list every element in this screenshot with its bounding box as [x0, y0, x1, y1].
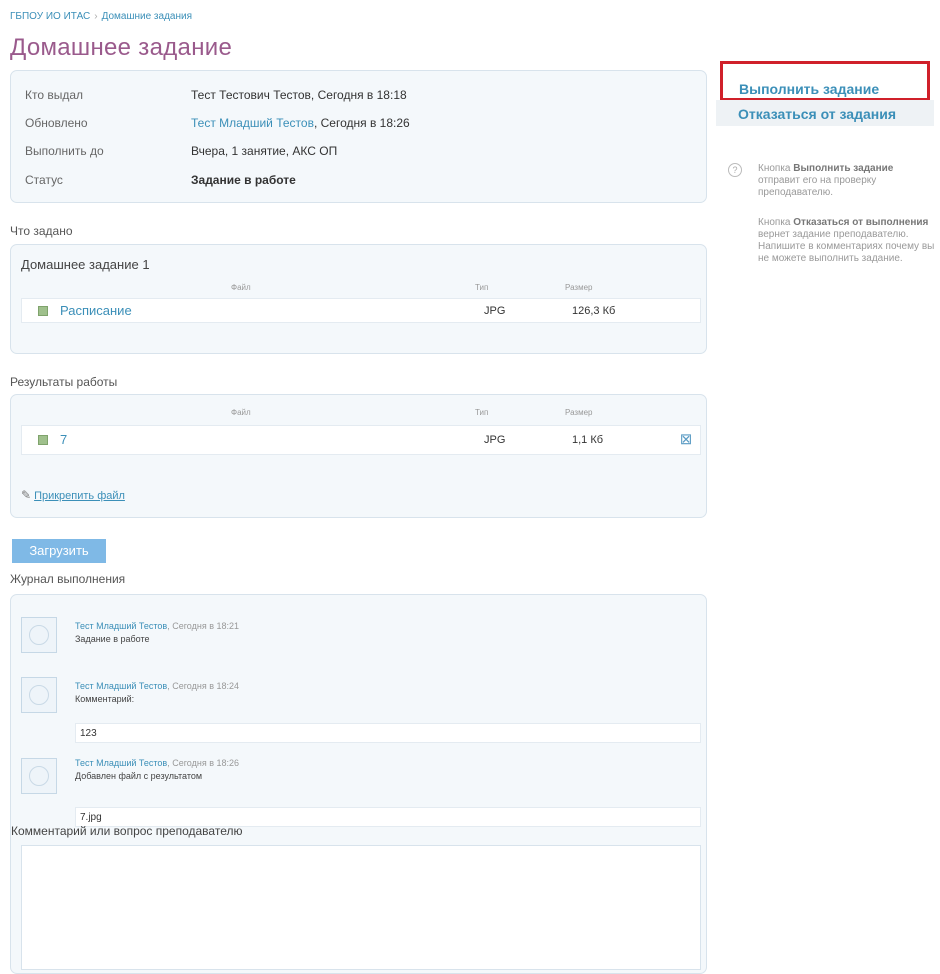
due-label: Выполнить до [25, 144, 104, 158]
log-entry-time: , Сегодня в 18:26 [167, 758, 240, 768]
task-panel: Домашнее задание 1 Файл Тип Размер Распи… [10, 244, 707, 354]
page-title: Домашнее задание [10, 34, 233, 61]
avatar-face-icon [29, 685, 49, 705]
results-panel: Файл Тип Размер 7 JPG 1,1 Кб ⊠ ✎ Прикрепи… [10, 394, 707, 518]
issued-by-value: Тест Тестович Тестов, Сегодня в 18:18 [191, 88, 407, 102]
task-file-type: JPG [484, 305, 506, 317]
task-file-row: Расписание JPG 126,3 Кб [21, 298, 701, 323]
task-file-size: 126,3 Кб [572, 305, 616, 317]
log-entry-author-link[interactable]: Тест Младший Тестов [75, 621, 167, 631]
action-box: Выполнить задание Отказаться от задания [716, 58, 934, 128]
question-label: Комментарий или вопрос преподавателю [11, 824, 243, 838]
updated-label: Обновлено [25, 116, 88, 130]
paperclip-icon: ✎ [21, 488, 32, 502]
breadcrumb: ГБПОУ ИО ИТАС › Домашние задания [10, 11, 192, 22]
issued-by-label: Кто выдал [25, 88, 84, 102]
log-entry-author-link[interactable]: Тест Младший Тестов [75, 758, 167, 768]
image-file-icon [38, 435, 48, 445]
breadcrumb-org-link[interactable]: ГБПОУ ИО ИТАС [10, 11, 90, 22]
avatar [21, 758, 57, 794]
log-entry-head: Тест Младший Тестов, Сегодня в 18:26 [75, 758, 239, 768]
task-col-type: Тип [475, 283, 489, 292]
task-title: Домашнее задание 1 [21, 257, 150, 272]
log-entry-text: Комментарий: [75, 694, 135, 704]
log-entry-time: , Сегодня в 18:21 [167, 621, 240, 631]
status-value: Задание в работе [191, 173, 296, 187]
task-section-label: Что задано [10, 224, 73, 238]
updated-time: , Сегодня в 18:26 [313, 116, 410, 130]
help-text-complete: Кнопка Выполнить задание отправит его на… [758, 163, 894, 198]
complete-task-button[interactable]: Выполнить задание [720, 61, 930, 101]
attach-file-link[interactable]: ✎ Прикрепить файл [21, 488, 125, 502]
results-section-label: Результаты работы [10, 375, 118, 389]
breadcrumb-separator: › [94, 11, 98, 22]
refuse-task-label: Отказаться от задания [738, 106, 896, 122]
log-entry-author-link[interactable]: Тест Младший Тестов [75, 681, 167, 691]
due-value-link[interactable]: Вчера, 1 занятие, АКС ОП [191, 144, 337, 158]
avatar-face-icon [29, 625, 49, 645]
refuse-task-button[interactable]: Отказаться от задания [716, 100, 934, 126]
log-entry-time: , Сегодня в 18:24 [167, 681, 240, 691]
attach-file-label: Прикрепить файл [34, 490, 125, 502]
task-col-file: Файл [231, 283, 251, 292]
complete-task-label: Выполнить задание [739, 81, 880, 97]
results-file-row: 7 JPG 1,1 Кб ⊠ [21, 425, 701, 455]
log-comment-box: 123 [75, 723, 701, 743]
results-file-link[interactable]: 7 [60, 432, 67, 447]
updated-value: Тест Младший Тестов, Сегодня в 18:26 [191, 116, 410, 130]
updated-author-link[interactable]: Тест Младший Тестов [191, 116, 314, 130]
log-entry-text: Добавлен файл с результатом [75, 771, 203, 781]
info-panel: Кто выдал Тест Тестович Тестов, Сегодня … [10, 70, 707, 203]
results-col-size: Размер [565, 408, 593, 417]
delete-file-icon[interactable]: ⊠ [677, 431, 695, 449]
log-panel: Тест Младший Тестов, Сегодня в 18:21 Зад… [10, 594, 707, 974]
question-icon: ? [728, 163, 742, 177]
log-entry-text: Задание в работе [75, 634, 150, 644]
results-file-size: 1,1 Кб [572, 434, 604, 446]
image-file-icon [38, 306, 48, 316]
upload-button[interactable]: Загрузить [12, 539, 106, 563]
question-textarea[interactable] [21, 845, 701, 970]
avatar-face-icon [29, 766, 49, 786]
log-section-label: Журнал выполнения [10, 572, 126, 586]
log-entry-head: Тест Младший Тестов, Сегодня в 18:24 [75, 681, 239, 691]
avatar [21, 677, 57, 713]
status-label: Статус [25, 173, 63, 187]
log-entry-head: Тест Младший Тестов, Сегодня в 18:21 [75, 621, 239, 631]
results-file-type: JPG [484, 434, 506, 446]
help-text-refuse: Кнопка Отказаться от выполнения вернет з… [758, 217, 935, 264]
avatar [21, 617, 57, 653]
breadcrumb-current-link[interactable]: Домашние задания [102, 11, 192, 22]
task-col-size: Размер [565, 283, 593, 292]
results-col-type: Тип [475, 408, 489, 417]
task-file-link[interactable]: Расписание [60, 303, 132, 318]
results-col-file: Файл [231, 408, 251, 417]
